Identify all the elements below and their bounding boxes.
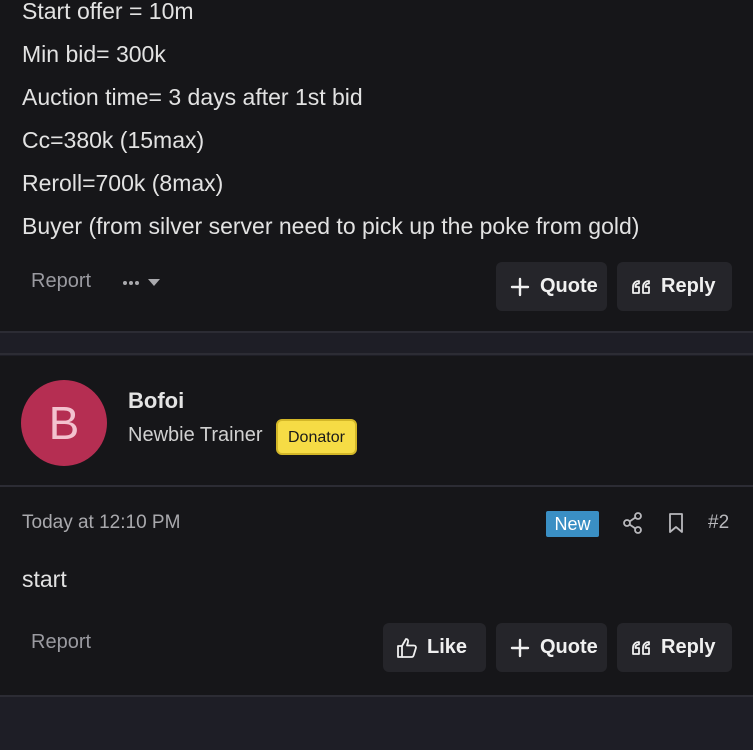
post-1: Start offer = 10m Min bid= 300k Auction … [0,0,753,331]
more-options-icon[interactable] [122,272,164,292]
post-line: Start offer = 10m [22,0,194,24]
post-2: B Bofoi Newbie Trainer Donator Today at … [0,356,753,695]
reply-label: Reply [661,275,716,297]
quote-marks-icon [629,636,653,660]
like-label: Like [427,636,468,658]
username[interactable]: Bofoi [128,388,184,414]
post-line: Buyer (from silver server need to pick u… [22,213,640,239]
post-number[interactable]: #2 [708,512,729,534]
post-header-divider [0,485,753,487]
post-body: start [22,566,67,592]
quote-label: Quote [540,636,598,658]
thumbs-up-icon [395,636,419,660]
post-line: Cc=380k (15max) [22,127,205,153]
reply-button[interactable]: Reply [617,262,732,311]
donator-badge: Donator [276,419,357,455]
quote-button[interactable]: Quote [496,623,607,672]
post-timestamp[interactable]: Today at 12:10 PM [22,512,180,534]
quote-label: Quote [540,275,598,297]
post-separator [0,331,753,333]
report-link[interactable]: Report [31,631,91,654]
quote-marks-icon [629,275,653,299]
quote-button[interactable]: Quote [496,262,607,311]
bookmark-icon[interactable] [664,511,688,535]
post-separator [0,353,753,355]
post-line: Auction time= 3 days after 1st bid [22,84,363,110]
avatar[interactable]: B [21,380,107,466]
post-line: Min bid= 300k [22,41,166,67]
user-title: Newbie Trainer [128,424,263,446]
new-badge: New [546,511,599,537]
report-link[interactable]: Report [31,270,91,293]
plus-icon [508,275,532,299]
like-button[interactable]: Like [383,623,486,672]
post-1-body: Start offer = 10m Min bid= 300k Auction … [22,0,639,248]
post-line: Reroll=700k (8max) [22,170,224,196]
reply-label: Reply [661,636,716,658]
plus-icon [508,636,532,660]
post-separator [0,695,753,697]
share-icon[interactable] [621,511,645,535]
reply-button[interactable]: Reply [617,623,732,672]
